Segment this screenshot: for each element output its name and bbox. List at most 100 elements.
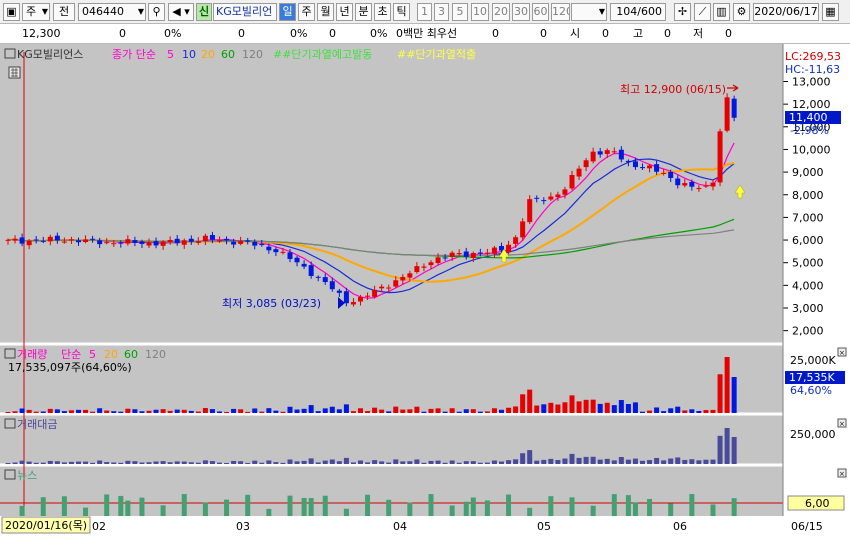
amount-bar (654, 457, 660, 464)
candle-body (259, 244, 265, 246)
count-display[interactable]: 104/600 (610, 3, 666, 21)
tab-period[interactable]: 분 (355, 3, 372, 21)
candle-body (90, 238, 96, 240)
amount-bar (83, 461, 89, 464)
indicator-icon[interactable]: ▥ (713, 3, 730, 21)
volume-bar (379, 409, 385, 413)
amount-bar (160, 461, 166, 464)
stock-code-input[interactable]: 046440 ▼ (78, 3, 146, 21)
tab-period[interactable]: 일 (279, 3, 296, 21)
line-tool-icon[interactable]: ⟋ (694, 3, 711, 21)
layout-icon[interactable]: ▣ (3, 3, 20, 21)
volume-label: 거래량 (17, 348, 47, 361)
candle-body (463, 251, 469, 257)
new-badge[interactable]: 신 (196, 3, 212, 21)
x-month-06: 06 (673, 520, 687, 533)
news-bar (611, 494, 617, 516)
y-tick-label: 4,000 (792, 279, 824, 292)
volume-bar (625, 404, 631, 413)
candle-body (604, 150, 610, 154)
tab-period[interactable]: 년 (336, 3, 353, 21)
close-icon-glyph: × (839, 349, 845, 357)
tab-period[interactable]: 월 (317, 3, 334, 21)
candle-body (118, 242, 124, 244)
volume-bar (470, 409, 476, 413)
amount-bar (181, 461, 187, 464)
interval-button[interactable]: 30 (512, 3, 530, 21)
volume-ma120: 120 (145, 348, 166, 361)
amount-bar (372, 460, 378, 464)
interval-button[interactable]: 60 (532, 3, 549, 21)
chart-svg[interactable]: 13,00012,00011,00010,0009,0008,0007,0006… (0, 44, 850, 536)
candle-body (19, 237, 25, 244)
news-bar (104, 494, 110, 516)
news-current-value: 6,00 (805, 497, 830, 510)
interval-button[interactable]: 5 (452, 3, 468, 21)
volume-bar (209, 409, 215, 413)
volume-bar (710, 409, 716, 413)
amount-bar (358, 460, 363, 464)
quote-bar: 12,300 0 0% 0 0% 0 0% 0백만 최우선 0 0 시 0 고 … (0, 24, 850, 66)
search-icon[interactable]: ⚲ (148, 3, 165, 21)
interval-select[interactable]: ▼ (571, 3, 607, 21)
volume-bar (590, 399, 596, 413)
tab-period[interactable]: 초 (374, 3, 391, 21)
candle-body (647, 165, 653, 169)
volume-bar (343, 404, 349, 413)
volume-bar (675, 406, 681, 413)
tab-period[interactable]: 주 (298, 3, 315, 21)
candle-body (661, 172, 667, 174)
interval-button[interactable]: 20 (492, 3, 510, 21)
interval-button[interactable]: 10 (471, 3, 489, 21)
interval-button[interactable]: 120 (551, 3, 570, 21)
speaker-icon[interactable]: ◀ ▾ (168, 3, 194, 21)
volume-info: 17,535,097주(64,60%) (8, 361, 132, 374)
amount-bar (703, 459, 709, 464)
tab-period[interactable]: 틱 (393, 3, 410, 21)
chart-type-select[interactable]: 주 ▼ (22, 3, 50, 21)
news-bar (449, 505, 455, 516)
amount-bar (26, 461, 32, 464)
chart-area[interactable]: 13,000 12,000 11,000 10,000 9,000 8,000 7,000 6… (0, 44, 850, 536)
news-bar (83, 507, 89, 516)
calendar-icon[interactable]: ▦ (822, 3, 839, 21)
crosshair-icon[interactable]: ✢ (674, 3, 691, 21)
date-field[interactable]: 2020/06/17 (753, 3, 819, 21)
candle-body (435, 257, 441, 264)
amount-bar (611, 460, 617, 464)
legend-ma60: 60 (221, 48, 235, 61)
interval-button[interactable]: 1 (417, 3, 432, 21)
amount-bar (710, 459, 716, 464)
chart-type-label: 주 (26, 5, 37, 18)
candle-body (40, 240, 46, 242)
amount-bar (421, 462, 427, 464)
volume-bar (280, 411, 286, 413)
news-bar (160, 505, 166, 516)
candle-body (696, 188, 702, 190)
amount-bar (576, 457, 582, 464)
candle-body (491, 247, 497, 254)
volume-bar (555, 404, 561, 413)
amount-bar (104, 462, 110, 464)
y-tick-label: 3,000 (792, 302, 824, 315)
gear-icon[interactable]: ⚙ (733, 3, 750, 21)
candle-body (181, 240, 187, 245)
amount-bar (625, 459, 631, 464)
prev-button[interactable]: 전 (53, 3, 75, 21)
news-bar (365, 494, 371, 516)
stock-name-field[interactable]: KG모빌리언 (213, 3, 277, 21)
volume-bar (576, 401, 582, 413)
candle-body (174, 238, 180, 244)
candle-body (132, 240, 138, 243)
candle-body (245, 240, 251, 242)
amount-bar (379, 461, 385, 464)
y-tick-label: 2,000 (792, 325, 824, 338)
candle-body (365, 295, 371, 297)
volume-ma20: 20 (104, 348, 118, 361)
candle-body (717, 131, 723, 183)
interval-button[interactable]: 3 (434, 3, 449, 21)
news-bar (647, 498, 653, 516)
candle-body (442, 257, 448, 259)
amount-bar (590, 456, 596, 464)
candle-body (336, 290, 342, 293)
